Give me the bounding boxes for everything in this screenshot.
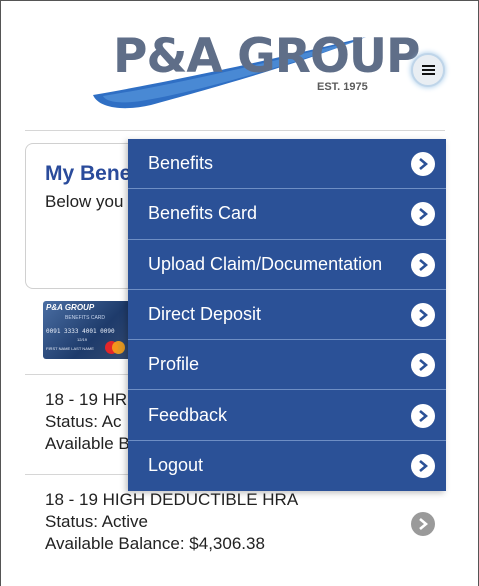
navigation-menu: Benefits Benefits Card Upload Claim/Docu…	[128, 139, 446, 491]
account-balance: Available Balance: $4,306.38	[45, 534, 265, 553]
chevron-right-icon	[411, 252, 435, 277]
menu-item-benefits-card[interactable]: Benefits Card	[128, 189, 446, 240]
logo-tagline: EST. 1975	[317, 81, 368, 93]
card-brand: P&A GROUP	[46, 303, 95, 312]
hamburger-icon	[421, 65, 435, 75]
account-status: Status: Active	[45, 512, 148, 531]
chevron-right-icon	[411, 302, 435, 327]
chevron-right-icon	[411, 453, 435, 478]
logo-text: P&A GROUP	[113, 29, 421, 84]
menu-item-logout[interactable]: Logout	[128, 441, 446, 491]
chevron-right-icon	[411, 202, 435, 227]
account-status: Status: Ac	[45, 412, 122, 431]
menu-item-label: Upload Claim/Documentation	[148, 253, 383, 274]
menu-item-upload-claim[interactable]: Upload Claim/Documentation	[128, 240, 446, 290]
menu-item-benefits[interactable]: Benefits	[128, 139, 446, 190]
app-frame: P&A GROUP EST. 1975 My Bene Below you yo…	[0, 0, 479, 586]
chevron-right-icon	[411, 152, 435, 176]
account-name: 18 - 19 HIGH DEDUCTIBLE HRA	[45, 490, 299, 509]
account-name: 18 - 19 HR	[45, 390, 128, 409]
chevron-right-icon[interactable]	[411, 512, 435, 536]
menu-item-label: Profile	[148, 354, 200, 375]
pa-group-logo[interactable]: P&A GROUP EST. 1975	[91, 23, 421, 113]
menu-item-profile[interactable]: Profile	[128, 340, 446, 391]
benefits-card-image[interactable]: P&A GROUP BENEFITS CARD 0091 3333 4001 0…	[43, 301, 131, 359]
card-holder: FIRST NAME LAST NAME	[46, 346, 94, 351]
menu-item-label: Benefits Card	[148, 203, 258, 224]
header: P&A GROUP EST. 1975	[25, 1, 445, 131]
menu-item-direct-deposit[interactable]: Direct Deposit	[128, 290, 446, 341]
chevron-right-icon	[411, 403, 435, 428]
menu-item-label: Direct Deposit	[148, 303, 262, 324]
menu-item-label: Logout	[148, 454, 204, 475]
account-balance: Available B	[45, 434, 130, 453]
menu-item-label: Benefits	[148, 153, 214, 173]
card-expiry: 12/19	[77, 337, 88, 342]
menu-toggle-button[interactable]	[411, 53, 445, 87]
menu-item-feedback[interactable]: Feedback	[128, 391, 446, 441]
menu-item-label: Feedback	[148, 404, 228, 425]
card-subtitle: BENEFITS CARD	[65, 315, 106, 321]
chevron-right-icon	[411, 353, 435, 378]
card-number: 0091 3333 4001 0090	[46, 328, 115, 335]
mastercard-icon	[105, 341, 125, 355]
benefits-title: My Bene	[45, 162, 132, 185]
